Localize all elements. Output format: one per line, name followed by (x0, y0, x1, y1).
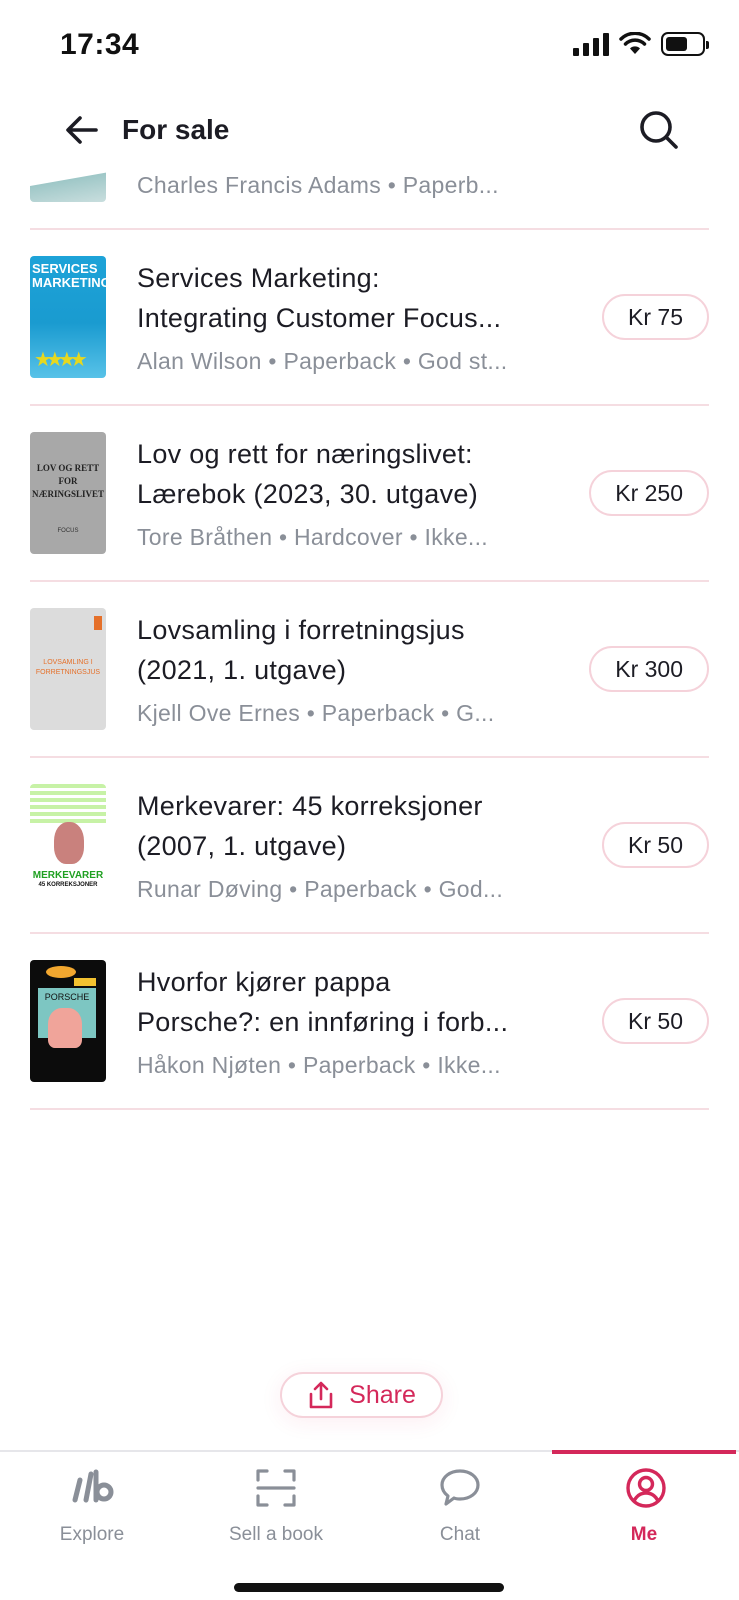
battery-icon (661, 32, 709, 56)
explore-logo-icon (72, 1469, 114, 1503)
book-title: Lovsamling i forretningsjus (2021, 1. utg… (137, 615, 465, 685)
book-meta: Charles Francis Adams • Paperb... (137, 172, 499, 198)
book-meta: Tore Bråthen • Hardcover • Ikke... (137, 524, 488, 550)
book-cover: PORSCHE (30, 960, 106, 1082)
tab-me[interactable]: Me (552, 1450, 739, 1600)
status-icons (573, 32, 709, 56)
tab-label: Me (630, 1524, 658, 1545)
book-title: Hvorfor kjører pappa Porsche?: en innføri… (137, 967, 509, 1037)
list-item[interactable]: LOVSAMLING I FORRETNINGSJUS Lovsamling i … (30, 582, 709, 758)
book-cover: SERVICES MARKETING ★★★★ (30, 256, 106, 378)
book-meta: Alan Wilson • Paperback • God st... (137, 348, 508, 374)
list-item[interactable]: PORSCHE Hvorfor kjører pappa Porsche?: en… (30, 934, 709, 1110)
search-button[interactable] (637, 108, 681, 152)
book-cover: LOV OG RETT FOR NÆRINGSLIVET FOCUS (30, 432, 106, 554)
wifi-icon (619, 32, 651, 54)
page-title: For sale (122, 114, 230, 145)
status-time: 17:34 (60, 28, 140, 61)
book-cover: MERKEVARER 45 KORREKSJONER (30, 784, 106, 906)
price-badge[interactable]: Kr 75 (602, 294, 709, 340)
list-item[interactable]: SERVICES MARKETING ★★★★ Services Marketin… (30, 230, 709, 406)
scan-icon (256, 1469, 296, 1507)
tab-chat[interactable]: Chat (368, 1452, 552, 1600)
share-button[interactable]: Share (280, 1372, 443, 1418)
for-sale-list: Charles Francis Adams • Paperb... SERVIC… (0, 166, 739, 1110)
bottom-tab-bar: Explore Sell a book Chat Me (0, 1450, 739, 1600)
header: For sale (0, 96, 739, 166)
tab-explore[interactable]: Explore (0, 1452, 184, 1600)
book-meta: Kjell Ove Ernes • Paperback • G... (137, 700, 495, 726)
tab-label: Chat (439, 1524, 481, 1545)
chat-bubble-icon (440, 1469, 480, 1506)
book-cover: LOVSAMLING I FORRETNINGSJUS (30, 608, 106, 730)
book-meta: Runar Døving • Paperback • God... (137, 876, 504, 902)
status-bar: 17:34 (0, 0, 739, 96)
user-profile-icon (625, 1468, 666, 1508)
price-badge[interactable]: Kr 50 (602, 822, 709, 868)
arrow-left-icon (66, 116, 98, 144)
tab-label: Explore (59, 1524, 125, 1545)
tab-sell-a-book[interactable]: Sell a book (184, 1452, 368, 1600)
book-meta: Håkon Njøten • Paperback • Ikke... (137, 1052, 501, 1078)
price-badge[interactable]: Kr 300 (589, 646, 709, 692)
tab-label: Sell a book (228, 1524, 323, 1545)
search-icon (640, 111, 678, 149)
list-item[interactable]: MERKEVARER 45 KORREKSJONER Merkevarer: 4… (30, 758, 709, 934)
share-label: Share (349, 1380, 416, 1409)
book-title: Lov og rett for næringslivet: Lærebok (20… (137, 439, 479, 509)
cellular-signal-icon (573, 32, 609, 56)
home-indicator[interactable] (234, 1583, 504, 1592)
back-button[interactable] (62, 110, 102, 150)
book-title: Services Marketing: Integrating Customer … (137, 263, 502, 333)
book-title: Merkevarer: 45 korreksjoner (2007, 1. utg… (137, 791, 483, 861)
book-cover (30, 166, 106, 202)
list-item[interactable]: Charles Francis Adams • Paperb... (30, 166, 709, 230)
list-item[interactable]: LOV OG RETT FOR NÆRINGSLIVET FOCUS Lov og … (30, 406, 709, 582)
price-badge[interactable]: Kr 50 (602, 998, 709, 1044)
price-badge[interactable]: Kr 250 (589, 470, 709, 516)
share-icon (309, 1381, 333, 1409)
